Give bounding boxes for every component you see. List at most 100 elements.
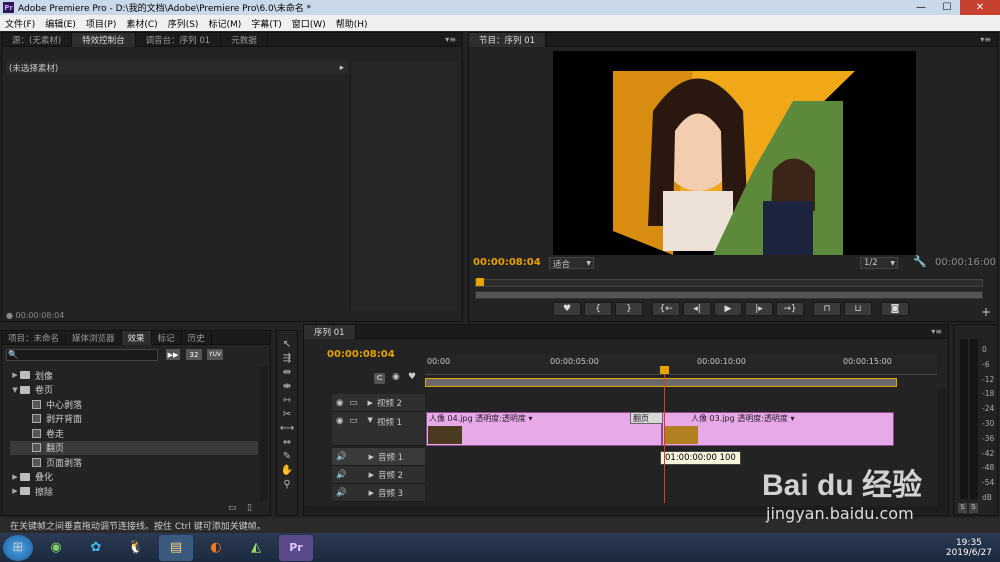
firefox-icon[interactable]: ◐ — [199, 535, 233, 561]
panel-menu-icon[interactable]: ▾≡ — [931, 327, 942, 336]
menu-file[interactable]: 文件(F) — [0, 17, 40, 30]
explorer-icon[interactable]: ▤ — [159, 534, 193, 561]
slip-tool-icon[interactable]: ⟷ — [280, 422, 294, 435]
menu-marker[interactable]: 标记(M) — [203, 17, 246, 30]
eye-icon[interactable]: ◉ — [336, 398, 343, 408]
menu-clip[interactable]: 素材(C) — [121, 17, 162, 30]
wrench-icon[interactable]: 🔧 — [913, 255, 927, 268]
extract-button[interactable]: ⊔ — [844, 302, 872, 316]
trash-icon[interactable]: ▯ — [247, 503, 252, 513]
tab-effect-controls[interactable]: 特效控制台 — [72, 32, 136, 47]
zoom-tool-icon[interactable]: ⚲ — [280, 478, 294, 491]
add-marker-button[interactable]: ♥ — [553, 302, 581, 316]
qq-icon[interactable]: 🐧 — [119, 535, 153, 561]
work-area-bar[interactable] — [425, 378, 897, 387]
fit-dropdown[interactable]: 适合 ▼ — [549, 257, 594, 270]
keyframe-area[interactable] — [350, 61, 458, 311]
panel-menu-icon[interactable]: ▾≡ — [445, 35, 456, 44]
add-marker-icon[interactable]: ♥ — [408, 372, 416, 382]
step-forward-button[interactable]: |▸ — [745, 302, 773, 316]
menu-title[interactable]: 字幕(T) — [246, 17, 287, 30]
snap-icon[interactable]: ⊂ — [374, 373, 385, 384]
go-to-out-button[interactable]: →} — [776, 302, 804, 316]
premiere-taskbar-icon[interactable]: Pr — [279, 534, 313, 561]
track-header-audio-2[interactable]: 🔊 ▶ 音频 2 — [332, 466, 425, 484]
effects-search-input[interactable] — [6, 349, 158, 361]
menu-sequence[interactable]: 序列(S) — [163, 17, 204, 30]
selection-tool-icon[interactable]: ↖ — [280, 338, 294, 351]
track-select-tool-icon[interactable]: ⇶ — [280, 352, 294, 365]
time-ruler[interactable]: 00:00 00:00:05:00 00:00:10:00 00:00:15:0… — [425, 355, 937, 375]
resolution-dropdown[interactable]: 1/2 ▼ — [860, 257, 898, 269]
tree-effect-page-turn[interactable]: 翻页 — [10, 440, 258, 455]
pen-tool-icon[interactable]: ✎ — [280, 450, 294, 463]
ripple-edit-tool-icon[interactable]: ⇹ — [280, 366, 294, 379]
tree-effect-roll-away[interactable]: 卷走 — [10, 426, 258, 441]
lift-button[interactable]: ⊓ — [813, 302, 841, 316]
rate-stretch-tool-icon[interactable]: ⇿ — [280, 394, 294, 407]
playhead-handle[interactable] — [660, 366, 669, 374]
tab-media-browser[interactable]: 媒体浏览器 — [66, 330, 122, 345]
tree-effect-center-peel[interactable]: 中心剥落 — [10, 397, 258, 412]
lock-icon[interactable]: ▭ — [349, 398, 357, 408]
speaker-icon[interactable]: 🔊 — [336, 488, 347, 498]
close-button[interactable]: ✕ — [960, 0, 1000, 15]
panel-menu-icon[interactable]: ▾≡ — [980, 35, 991, 44]
slide-tool-icon[interactable]: ⇔ — [280, 436, 294, 449]
playhead-marker[interactable] — [476, 278, 484, 286]
clip-portrait-04[interactable]: 人像 04.jpg 透明度:透明度 ▾ — [426, 412, 662, 446]
menu-edit[interactable]: 编辑(E) — [40, 17, 81, 30]
timeline-timecode[interactable]: 00:00:08:04 — [327, 349, 395, 360]
tab-markers[interactable]: 标记 — [152, 330, 182, 345]
32bit-badge[interactable]: 32 — [186, 349, 202, 360]
add-button-icon[interactable]: + — [981, 305, 991, 319]
export-frame-button[interactable]: ◙ — [881, 302, 909, 316]
timeline-playhead[interactable] — [664, 368, 665, 503]
zoom-scroll-bar[interactable] — [475, 291, 983, 299]
minimize-button[interactable]: — — [908, 0, 934, 15]
maximize-button[interactable]: ☐ — [934, 0, 960, 15]
accelerated-effects-icon[interactable]: ▶▶ — [166, 349, 180, 360]
menu-project[interactable]: 项目(P) — [81, 17, 121, 30]
tree-folder-wipe[interactable]: ▶ 擦除 — [10, 484, 258, 499]
program-video-frame[interactable] — [553, 51, 916, 255]
track-header-audio-1[interactable]: 🔊 ▶ 音频 1 — [332, 448, 425, 466]
speaker-icon[interactable]: 🔊 — [336, 452, 347, 462]
app-icon-1[interactable]: ◉ — [39, 535, 73, 561]
start-button[interactable]: ⊞ — [3, 534, 33, 561]
new-folder-icon[interactable]: ▭ — [228, 503, 237, 513]
tab-project[interactable]: 项目：未命名 — [2, 330, 67, 345]
track-header-audio-3[interactable]: 🔊 ▶ 音频 3 — [332, 484, 425, 502]
mark-in-button[interactable]: { — [584, 302, 612, 316]
track-header-video-2[interactable]: ◉ ▭ ▶ 视频 2 — [332, 394, 425, 412]
program-timecode[interactable]: 00:00:08:04 — [473, 257, 541, 268]
rolling-edit-tool-icon[interactable]: ⇼ — [280, 380, 294, 393]
hand-tool-icon[interactable]: ✋ — [280, 464, 294, 477]
system-clock[interactable]: 19:35 2019/6/27 — [946, 538, 1000, 558]
tab-source[interactable]: 源：(无素材) — [2, 32, 73, 47]
lock-icon[interactable]: ▭ — [349, 416, 357, 426]
tab-program[interactable]: 节目：序列 01 — [469, 32, 547, 47]
tab-metadata[interactable]: 元数据 — [221, 32, 268, 47]
app-icon-3[interactable]: ◭ — [239, 535, 273, 561]
expand-arrow-icon[interactable]: ▸ — [340, 63, 344, 73]
tree-folder-dissolve[interactable]: ▶ 叠化 — [10, 470, 258, 485]
eye-icon[interactable]: ◉ — [336, 416, 343, 426]
tab-history[interactable]: 历史 — [182, 330, 212, 345]
tree-effect-peel-back[interactable]: 剥开背面 — [10, 412, 258, 427]
go-to-in-button[interactable]: {← — [652, 302, 680, 316]
vertical-scrollbar[interactable] — [260, 367, 268, 501]
tree-effect-page-peel[interactable]: 页面剥落 — [10, 455, 258, 470]
tree-folder-iris[interactable]: ▶ 划像 — [10, 368, 258, 383]
play-button[interactable]: ▶ — [714, 302, 742, 316]
track-header-video-1[interactable]: ◉ ▭ ▼ 视频 1 — [332, 412, 425, 446]
app-icon-2[interactable]: ✿ — [79, 535, 113, 561]
speaker-icon[interactable]: 🔊 — [336, 470, 347, 480]
tab-audio-mixer[interactable]: 调音台：序列 01 — [136, 32, 222, 47]
menu-window[interactable]: 窗口(W) — [287, 17, 331, 30]
program-scrub-bar[interactable] — [475, 278, 983, 287]
menu-help[interactable]: 帮助(H) — [331, 17, 373, 30]
step-back-button[interactable]: ◂| — [683, 302, 711, 316]
tab-effects[interactable]: 效果 — [121, 330, 152, 345]
clip-portrait-03[interactable]: 人像 03.jpg 透明度:透明度 ▾ — [662, 412, 894, 446]
